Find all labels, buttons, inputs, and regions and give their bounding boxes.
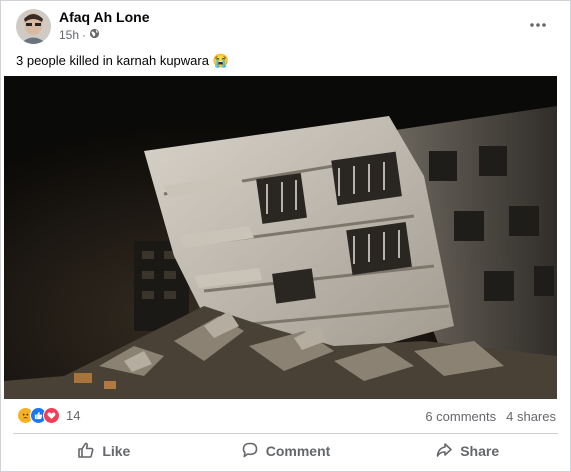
post-body: 3 people killed in karnah kupwara [16, 53, 209, 68]
post-actions-bar: Like Comment Share [13, 438, 558, 464]
post-text: 3 people killed in karnah kupwara 😭 [16, 53, 229, 69]
post-card: Afaq Ah Lone 15h · 3 people killed in ka… [0, 0, 571, 472]
comment-label: Comment [265, 443, 331, 459]
love-reaction-icon [43, 407, 60, 424]
more-options-icon[interactable] [528, 15, 548, 35]
comment-bubble-icon [241, 441, 259, 462]
crying-emoji: 😭 [212, 53, 229, 68]
post-meta: 15h · [59, 28, 100, 42]
comments-count[interactable]: 6 comments [425, 409, 496, 424]
like-label: Like [102, 443, 131, 459]
share-label: Share [460, 443, 500, 459]
post-photo[interactable] [4, 76, 557, 399]
thumbs-up-icon [77, 441, 95, 462]
share-button[interactable]: Share [376, 438, 558, 464]
reaction-count: 14 [66, 408, 81, 423]
actions-divider [13, 433, 558, 434]
share-arrow-icon [435, 441, 453, 462]
author-avatar[interactable] [16, 9, 51, 44]
collapsed-building-image [4, 76, 557, 399]
post-stats: 6 comments 4 shares [425, 409, 556, 424]
author-name[interactable]: Afaq Ah Lone [59, 9, 149, 25]
shares-count[interactable]: 4 shares [506, 409, 556, 424]
globe-icon [89, 28, 100, 42]
post-time[interactable]: 15h [59, 28, 79, 42]
comment-button[interactable]: Comment [195, 438, 377, 464]
like-button[interactable]: Like [13, 438, 195, 464]
meta-separator: · [82, 28, 87, 42]
reactions-summary[interactable]: 14 [17, 407, 80, 424]
